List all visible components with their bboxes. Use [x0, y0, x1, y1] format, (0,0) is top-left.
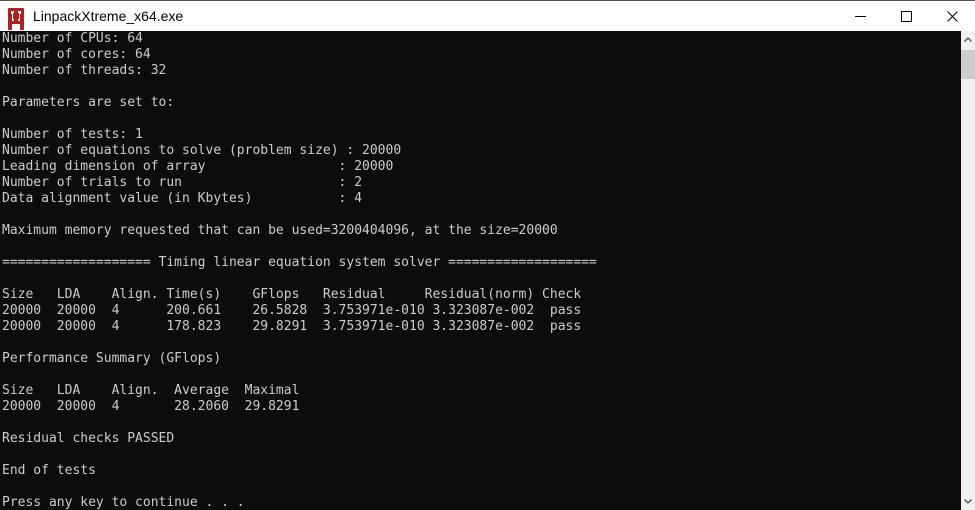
window-title: LinpackXtreme_x64.exe [33, 8, 184, 24]
vertical-scrollbar[interactable] [961, 31, 975, 510]
chevron-down-icon [964, 499, 972, 504]
window-controls [837, 1, 975, 31]
minimize-button[interactable] [837, 1, 883, 31]
scroll-up-button[interactable] [961, 31, 975, 48]
app-icon-glyph [8, 14, 24, 18]
scroll-thumb[interactable] [961, 50, 975, 79]
maximize-button[interactable] [883, 1, 929, 31]
console-output-area[interactable]: Number of CPUs: 64 Number of cores: 64 N… [0, 31, 961, 510]
console-window: LinpackXtreme_x64.exe Number of CPUs: 64… [0, 0, 975, 510]
console-text: Number of CPUs: 64 Number of cores: 64 N… [2, 31, 597, 510]
scroll-down-button[interactable] [961, 493, 975, 510]
chevron-up-icon [964, 37, 972, 42]
linpack-app-icon [8, 8, 24, 24]
title-bar[interactable]: LinpackXtreme_x64.exe [0, 0, 975, 31]
title-bar-left: LinpackXtreme_x64.exe [0, 1, 837, 31]
maximize-icon [900, 10, 912, 22]
close-button[interactable] [929, 1, 975, 31]
minimize-icon [854, 15, 866, 17]
close-icon [946, 10, 958, 22]
